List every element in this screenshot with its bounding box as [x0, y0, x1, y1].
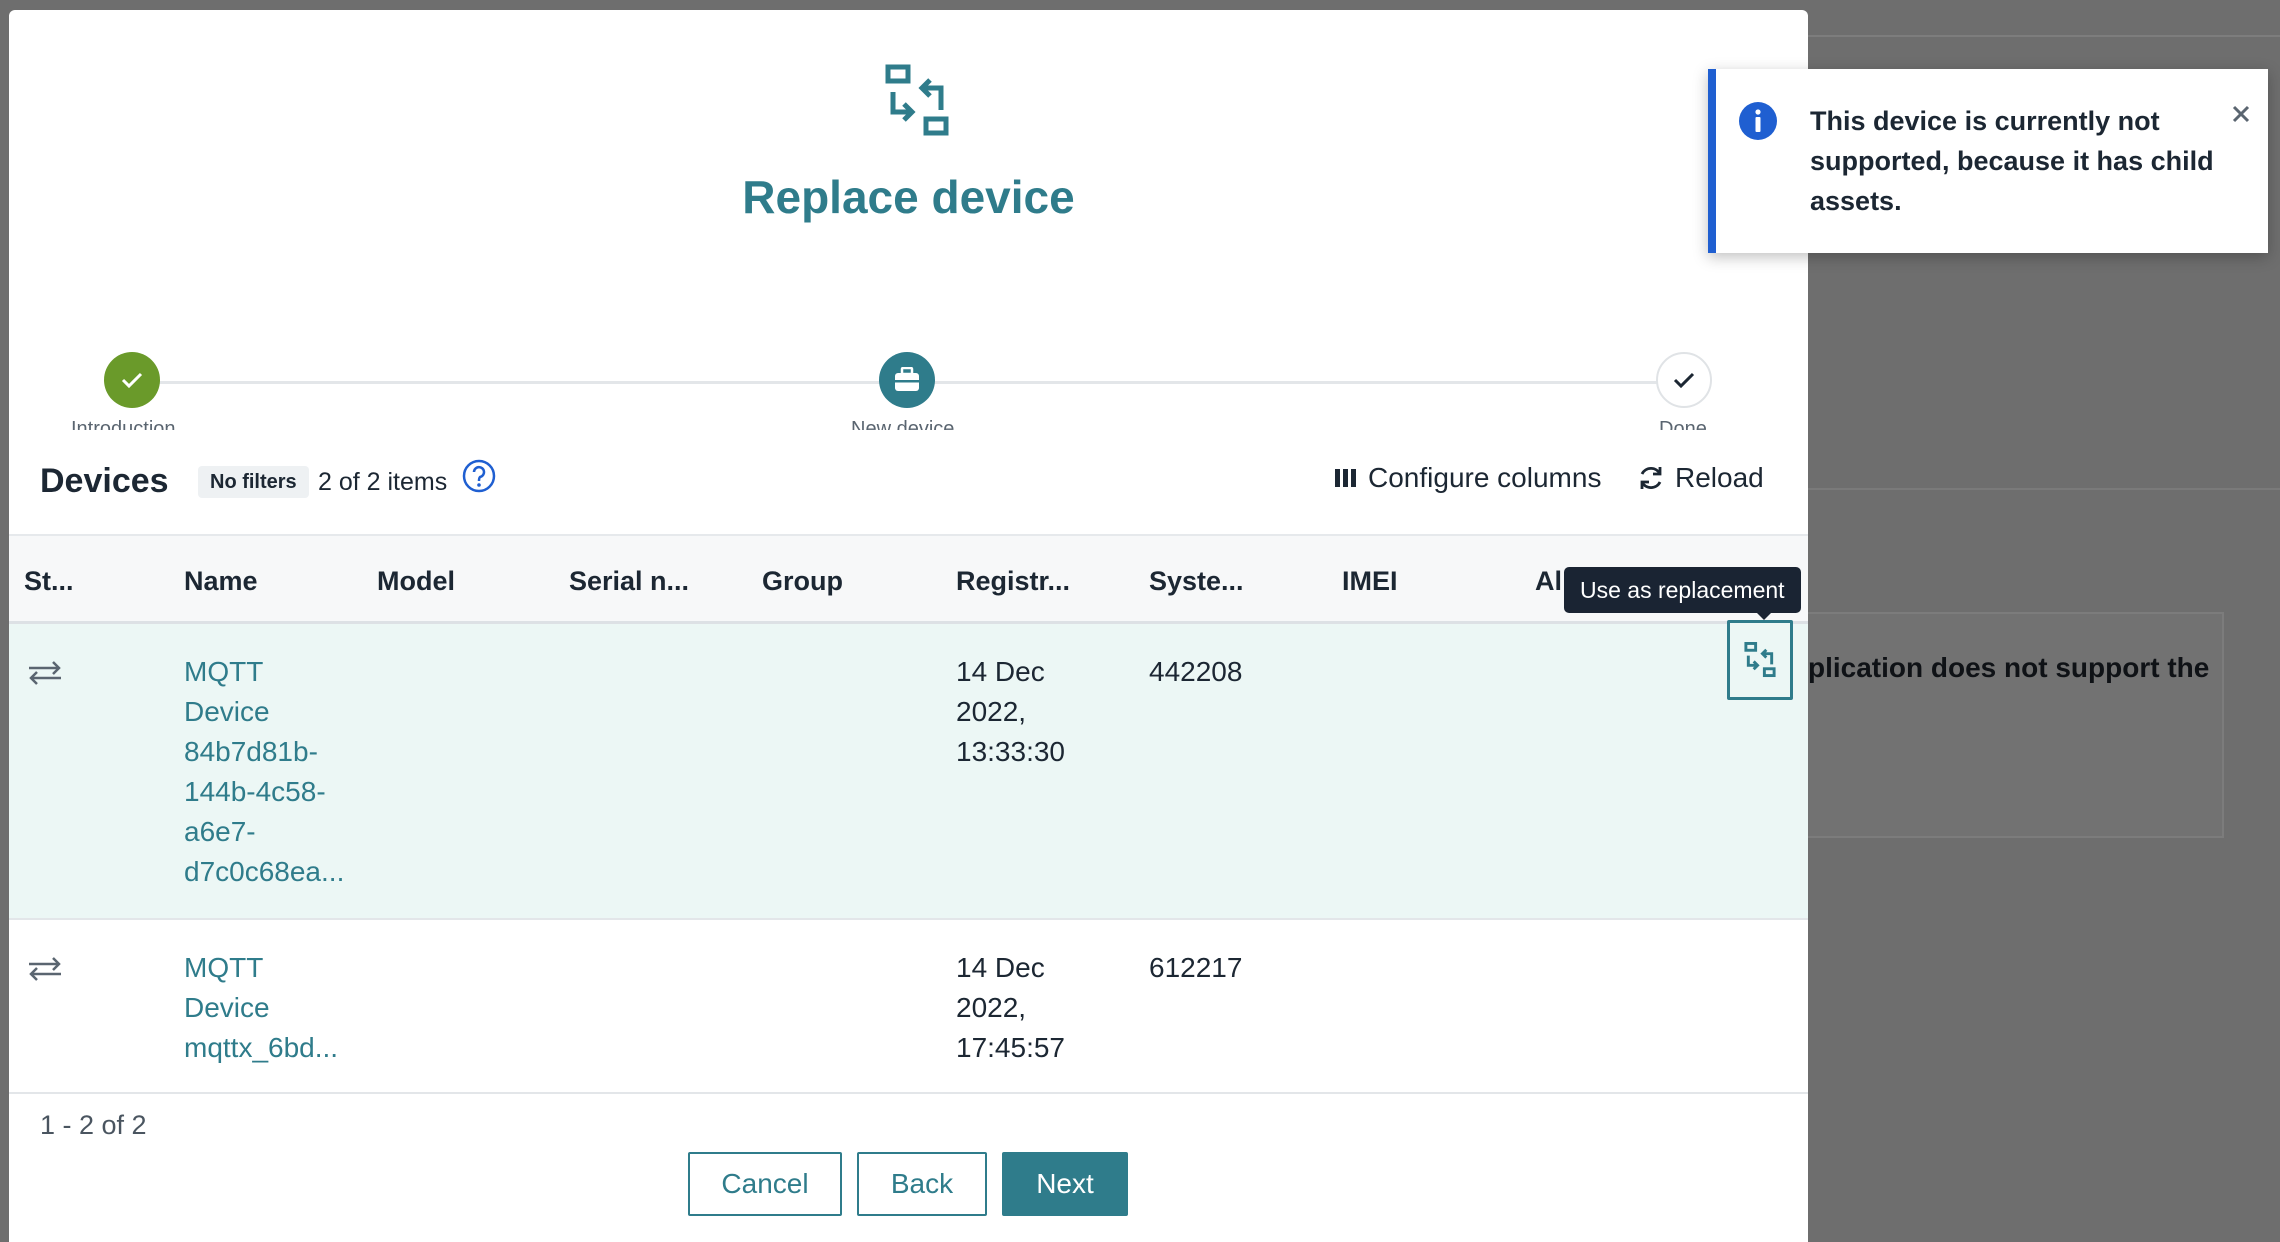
column-header-model[interactable]: Model	[377, 566, 455, 597]
tooltip-arrow	[1755, 611, 1773, 620]
column-header-alarms[interactable]: Al	[1535, 566, 1562, 597]
back-button[interactable]: Back	[857, 1152, 987, 1216]
column-header-registration[interactable]: Registr...	[956, 566, 1070, 597]
column-header-serial[interactable]: Serial n...	[569, 566, 689, 597]
stepper-connector	[159, 381, 881, 384]
column-header-system-id[interactable]: Syste...	[1149, 566, 1244, 597]
device-name-link[interactable]: MQTT Device 84b7d81b- 144b-4c58- a6e7- d…	[184, 652, 364, 892]
step-label: Introduction	[71, 418, 176, 430]
transfer-arrows-icon	[29, 661, 61, 685]
background-card-text: plication does not support the	[1808, 652, 2210, 683]
background-card	[1780, 612, 2224, 838]
tooltip: Use as replacement	[1564, 567, 1801, 613]
devices-header: Devices No filters 2 of 2 items Configur…	[9, 430, 1808, 534]
column-header-name[interactable]: Name	[184, 566, 258, 597]
cancel-button[interactable]: Cancel	[688, 1152, 842, 1216]
background-divider	[1808, 35, 2280, 37]
devices-title: Devices	[40, 462, 169, 500]
table-row[interactable]: MQTT Device mqttx_6bd... 14 Dec 2022, 17…	[9, 920, 1808, 1094]
reload-icon	[1640, 467, 1662, 489]
filter-badge: No filters	[198, 466, 309, 498]
next-button[interactable]: Next	[1002, 1152, 1128, 1216]
transfer-arrows-icon	[29, 957, 61, 981]
close-icon[interactable]	[2226, 99, 2256, 129]
reload-button[interactable]: Reload	[1637, 462, 1764, 494]
items-count: 2 of 2 items	[318, 468, 448, 496]
pagination-info: 1 - 2 of 2	[40, 1110, 147, 1140]
system-id: 442208	[1149, 656, 1243, 687]
info-icon	[1739, 102, 1777, 140]
system-id: 612217	[1149, 952, 1243, 983]
device-replace-icon	[1744, 642, 1776, 678]
device-icon	[895, 367, 919, 391]
column-header-imei[interactable]: IMEI	[1342, 566, 1398, 597]
column-header-status[interactable]: St...	[24, 566, 74, 597]
configure-columns-button[interactable]: Configure columns	[1334, 462, 1601, 494]
use-as-replacement-button[interactable]	[1727, 620, 1793, 700]
check-icon	[121, 372, 143, 389]
step-done	[1656, 352, 1712, 408]
column-header-group[interactable]: Group	[762, 566, 843, 597]
stepper: Introduction New device Done	[9, 340, 1808, 430]
device-replace-icon	[885, 64, 949, 136]
columns-icon	[1335, 469, 1356, 487]
device-name-link[interactable]: MQTT Device mqttx_6bd...	[184, 948, 364, 1068]
check-icon	[1673, 372, 1695, 389]
step-new-device	[879, 352, 935, 408]
stepper-connector	[934, 381, 1658, 384]
registration-date: 14 Dec 2022, 13:33:30	[956, 656, 1065, 767]
modal-title: Replace device	[742, 171, 1075, 223]
registration-date: 14 Dec 2022, 17:45:57	[956, 952, 1065, 1063]
help-icon[interactable]	[461, 458, 497, 494]
background-divider	[1808, 488, 2280, 490]
reload-label: Reload	[1675, 462, 1764, 493]
step-label: New device	[851, 418, 955, 430]
table-header: St... Name Model Serial n... Group Regis…	[9, 534, 1808, 624]
table-row[interactable]: MQTT Device 84b7d81b- 144b-4c58- a6e7- d…	[9, 624, 1808, 920]
toast-message: This device is currently not supported, …	[1810, 106, 2214, 216]
replace-device-modal: Replace device Introduction New device D…	[9, 10, 1808, 1242]
step-label: Done	[1659, 418, 1707, 430]
step-introduction	[104, 352, 160, 408]
configure-columns-label: Configure columns	[1368, 462, 1602, 493]
info-toast: This device is currently not supported, …	[1708, 69, 2268, 253]
